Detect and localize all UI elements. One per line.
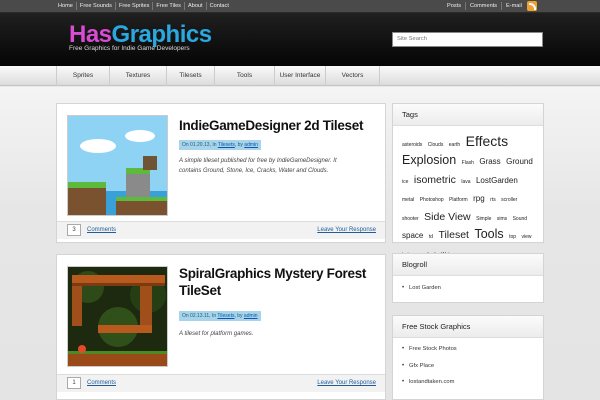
post-in-label: In	[211, 313, 217, 319]
post-title[interactable]: IndieGameDesigner 2d Tileset	[179, 117, 379, 134]
tag-cloud: asteroids Clouds earth Effects Explosion…	[393, 126, 543, 262]
post-title[interactable]: SpiralGraphics Mystery Forest TileSet	[179, 265, 379, 299]
post-category-link[interactable]: Tilesets	[218, 142, 235, 148]
post-date: On 02.13.11,	[182, 313, 211, 319]
tag-link[interactable]: LostGarden	[476, 176, 518, 185]
comment-count-badge[interactable]: 3	[67, 224, 81, 236]
top-nav-contact[interactable]: Contact	[207, 2, 232, 10]
blogroll-list: Lost Garden	[393, 276, 543, 297]
tag-link[interactable]: sims	[497, 216, 507, 222]
tag-link[interactable]: td	[429, 234, 433, 240]
tag-link[interactable]: Tools	[474, 227, 503, 241]
site-tagline: Free Graphics for Indie Game Developers	[69, 45, 190, 52]
blogroll-widget: Blogroll Lost Garden	[392, 253, 544, 303]
tag-link[interactable]: space	[402, 231, 423, 240]
tag-link[interactable]: ice	[402, 179, 408, 185]
logo-part-graphics: Graphics	[111, 21, 213, 48]
post-author-link[interactable]: admin	[244, 142, 258, 148]
post-thumbnail[interactable]	[67, 115, 168, 216]
post-meta: On 02.13.11, In Tilesets, by admin	[179, 311, 261, 321]
tag-link[interactable]: shooter	[402, 216, 419, 222]
top-nav-home[interactable]: Home	[55, 2, 77, 10]
nav-tools[interactable]: Tools	[214, 66, 274, 86]
post-by-label: , by	[234, 142, 243, 148]
comments-link[interactable]: Comments	[87, 380, 116, 386]
top-nav-free-sprites[interactable]: Free Sprites	[116, 2, 154, 10]
tag-link[interactable]: view	[521, 234, 531, 240]
top-nav-free-tiles[interactable]: Free Tiles	[153, 2, 185, 10]
free-stock-title: Free Stock Graphics	[393, 316, 543, 338]
tag-link[interactable]: Tileset	[438, 229, 469, 241]
tag-link[interactable]: Explosion	[402, 153, 456, 167]
blogroll-title: Blogroll	[393, 254, 543, 276]
feed-nav: Posts Comments E-mail	[443, 2, 526, 10]
nav-user-interface[interactable]: User Interface	[274, 66, 325, 86]
tag-link[interactable]: rts	[490, 197, 496, 203]
comments-link[interactable]: Comments	[87, 227, 116, 233]
tags-widget: Tags asteroids Clouds earth Effects Expl…	[392, 103, 544, 258]
post-thumbnail[interactable]	[67, 266, 168, 367]
post-card: SpiralGraphics Mystery Forest TileSet On…	[56, 254, 386, 400]
tag-link[interactable]: earth	[449, 142, 460, 148]
tag-link[interactable]: Sound	[513, 216, 527, 222]
post-by-label: , by	[234, 313, 243, 319]
free-stock-item[interactable]: lostandtaken.com	[393, 374, 543, 391]
top-nav: Home Free Sounds Free Sprites Free Tiles…	[55, 2, 232, 10]
email-link[interactable]: E-mail	[502, 2, 526, 10]
tag-link[interactable]: Simple	[476, 216, 491, 222]
post-footer: 3 Comments Leave Your Response	[57, 221, 385, 239]
tag-link[interactable]: Ground	[506, 157, 533, 166]
tag-link[interactable]: Photoshop	[420, 197, 444, 203]
tag-link[interactable]: Platform	[449, 197, 468, 203]
site-search-input[interactable]: Site Search	[392, 32, 543, 47]
tag-link[interactable]: asteroids	[402, 142, 422, 148]
feed-posts-link[interactable]: Posts	[443, 2, 466, 10]
tag-link[interactable]: scroller	[501, 197, 517, 203]
post-excerpt: A tileset for platform games.	[179, 331, 254, 337]
tag-link[interactable]: metal	[402, 197, 414, 203]
tag-link[interactable]: Flash	[462, 160, 474, 167]
comment-count-badge[interactable]: 1	[67, 377, 81, 389]
nav-textures[interactable]: Textures	[109, 66, 166, 86]
top-nav-about[interactable]: About	[185, 2, 207, 10]
post-excerpt: A simple tileset published for free by I…	[179, 158, 337, 174]
tag-link[interactable]: Clouds	[428, 142, 444, 148]
tag-link[interactable]: Grass	[479, 157, 500, 166]
free-stock-widget: Free Stock Graphics Free Stock Photos Gf…	[392, 315, 544, 400]
tag-link[interactable]: lava	[461, 179, 470, 185]
leave-response-link[interactable]: Leave Your Response	[317, 227, 376, 233]
main-nav: Sprites Textures Tilesets Tools User Int…	[0, 66, 600, 86]
rss-icon[interactable]	[527, 1, 537, 11]
tags-title: Tags	[393, 104, 543, 126]
post-meta: On 01.20.13, In Tilesets, by admin	[179, 140, 261, 150]
tag-link[interactable]: rpg	[473, 194, 485, 203]
post-category-link[interactable]: Tilesets	[217, 313, 234, 319]
blogroll-item[interactable]: Lost Garden	[393, 280, 543, 297]
free-stock-item[interactable]: Gfx Place	[393, 358, 543, 375]
site-header: HasGraphics Free Graphics for Indie Game…	[0, 13, 600, 66]
nav-tilesets[interactable]: Tilesets	[166, 66, 214, 86]
tag-link[interactable]: top	[509, 234, 516, 240]
tag-link[interactable]: isometric	[414, 174, 456, 186]
logo-part-has: Has	[69, 21, 112, 48]
post-footer: 1 Comments Leave Your Response	[57, 374, 385, 392]
free-stock-list: Free Stock Photos Gfx Place lostandtaken…	[393, 338, 543, 391]
nav-vectors[interactable]: Vectors	[325, 66, 380, 86]
top-nav-free-sounds[interactable]: Free Sounds	[77, 2, 116, 10]
post-author-link[interactable]: admin	[244, 313, 258, 319]
post-card: IndieGameDesigner 2d Tileset On 01.20.13…	[56, 103, 386, 243]
top-bar: Home Free Sounds Free Sprites Free Tiles…	[0, 0, 600, 13]
nav-sprites[interactable]: Sprites	[56, 66, 109, 86]
free-stock-item[interactable]: Free Stock Photos	[393, 341, 543, 358]
post-in-label: In	[212, 142, 217, 148]
leave-response-link[interactable]: Leave Your Response	[317, 380, 376, 386]
tag-link[interactable]: Effects	[466, 133, 509, 149]
tag-link[interactable]: Side View	[424, 211, 471, 223]
feed-comments-link[interactable]: Comments	[466, 2, 503, 10]
post-date: On 01.20.13,	[182, 142, 211, 148]
